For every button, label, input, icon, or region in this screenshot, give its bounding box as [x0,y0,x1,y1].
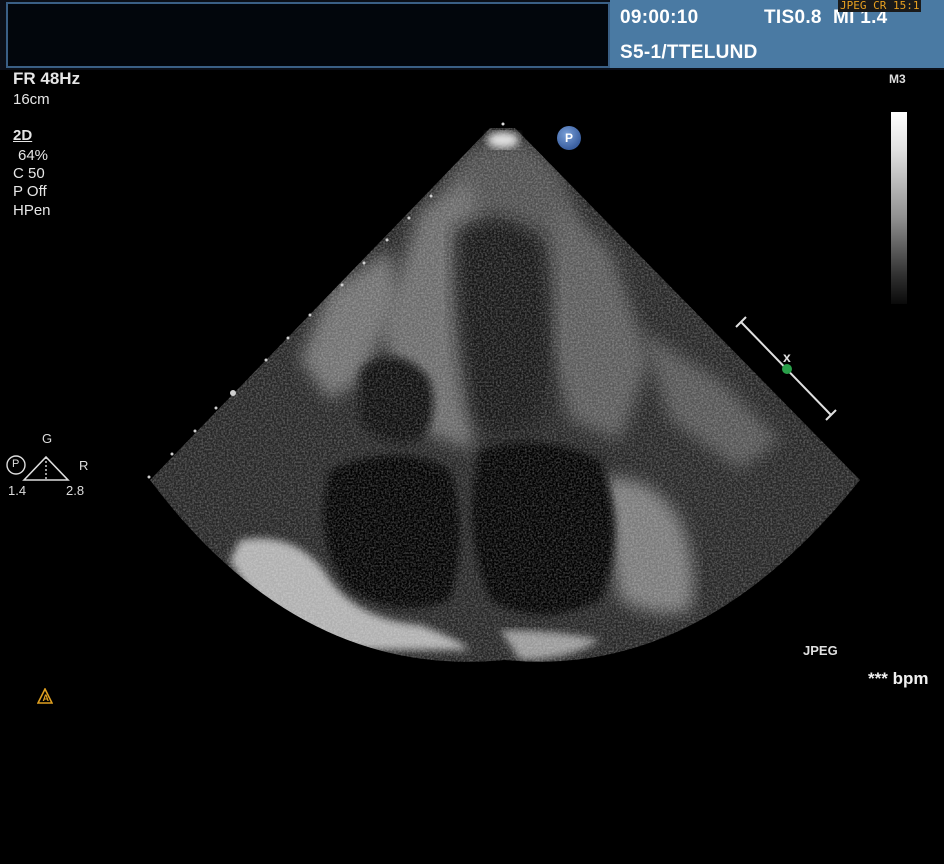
compression: C 50 [13,165,45,182]
orientation-r-label: R [79,458,89,473]
depth: 16cm [13,91,50,108]
caliper-dot [782,364,792,374]
gain: 64% [18,147,49,164]
frame-rate: FR 48Hz [13,69,81,88]
echo-sector-image: x [6,122,860,662]
orientation-left-value: 1.4 [8,483,27,498]
svg-text:A: A [43,693,50,703]
imaging-mode: 2D [13,127,33,144]
orientation-p-label: P [12,458,20,470]
heart-rate: *** bpm [868,669,929,688]
persistence: P Off [13,183,47,200]
harmonic-mode: HPen [13,202,51,219]
greyscale-map-label: M3 [889,72,906,86]
orientation-right-value: 2.8 [66,483,85,498]
transducer-apex [487,132,519,148]
greyscale-bar [891,112,907,304]
sector-tissue [150,128,860,662]
orientation-g-label: G [42,431,53,446]
probe-orientation-marker: P [557,126,581,150]
caliper-x-marker: x [783,349,791,365]
image-format-label: JPEG [803,643,838,658]
warning-icon: A [37,688,53,704]
